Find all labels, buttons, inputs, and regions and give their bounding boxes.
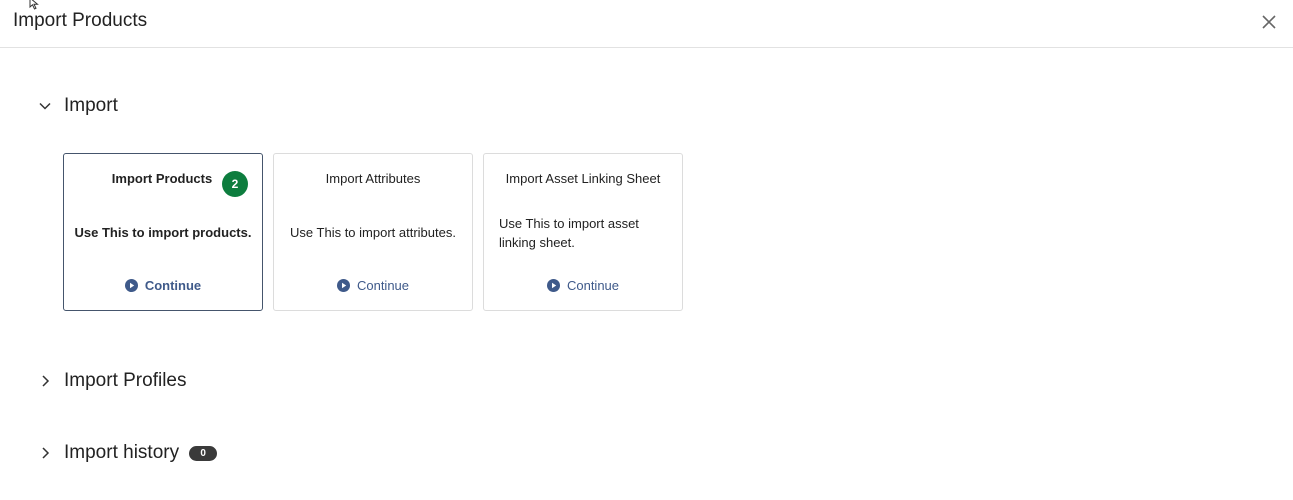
card-import-attributes[interactable]: Import Attributes Use This to import att… xyxy=(273,153,473,311)
card-description: Use This to import products. xyxy=(74,225,252,240)
card-title: Import Attributes xyxy=(325,171,421,186)
card-import-asset-linking-sheet[interactable]: Import Asset Linking Sheet Use This to i… xyxy=(483,153,683,311)
card-import-products[interactable]: Import Products 2 Use This to import pro… xyxy=(63,153,263,311)
chevron-right-icon xyxy=(36,444,54,462)
section-import-history-label: Import history xyxy=(64,442,180,463)
continue-button[interactable]: Continue xyxy=(484,278,682,293)
card-title: Import Asset Linking Sheet xyxy=(505,171,661,186)
close-icon xyxy=(1262,15,1276,29)
section-import-header[interactable]: Import xyxy=(36,95,118,117)
section-import-label: Import xyxy=(64,95,118,116)
continue-button[interactable]: Continue xyxy=(274,278,472,293)
chevron-down-icon xyxy=(36,97,54,115)
chevron-right-icon xyxy=(36,372,54,390)
continue-button[interactable]: Continue xyxy=(64,278,262,293)
dialog-title: Import Products xyxy=(13,10,148,31)
step-badge: 2 xyxy=(222,171,248,197)
play-circle-icon xyxy=(124,279,138,292)
card-description: Use This to import attributes. xyxy=(290,225,456,240)
continue-label: Continue xyxy=(566,278,620,293)
play-circle-icon xyxy=(336,279,350,292)
section-import-profiles-header[interactable]: Import Profiles xyxy=(36,370,186,392)
card-description: Use This to import asset linking sheet. xyxy=(499,216,639,250)
section-import-profiles-label: Import Profiles xyxy=(64,370,187,391)
continue-label: Continue xyxy=(356,278,410,293)
section-import-history-header[interactable]: Import history 0 xyxy=(36,442,218,464)
mouse-cursor-icon xyxy=(29,0,39,10)
close-button[interactable] xyxy=(1259,12,1279,32)
import-cards: Import Products 2 Use This to import pro… xyxy=(63,153,683,311)
dialog-header: Import Products xyxy=(0,0,1293,48)
play-circle-icon xyxy=(546,279,560,292)
history-count-badge: 0 xyxy=(189,445,218,461)
continue-label: Continue xyxy=(144,278,202,293)
